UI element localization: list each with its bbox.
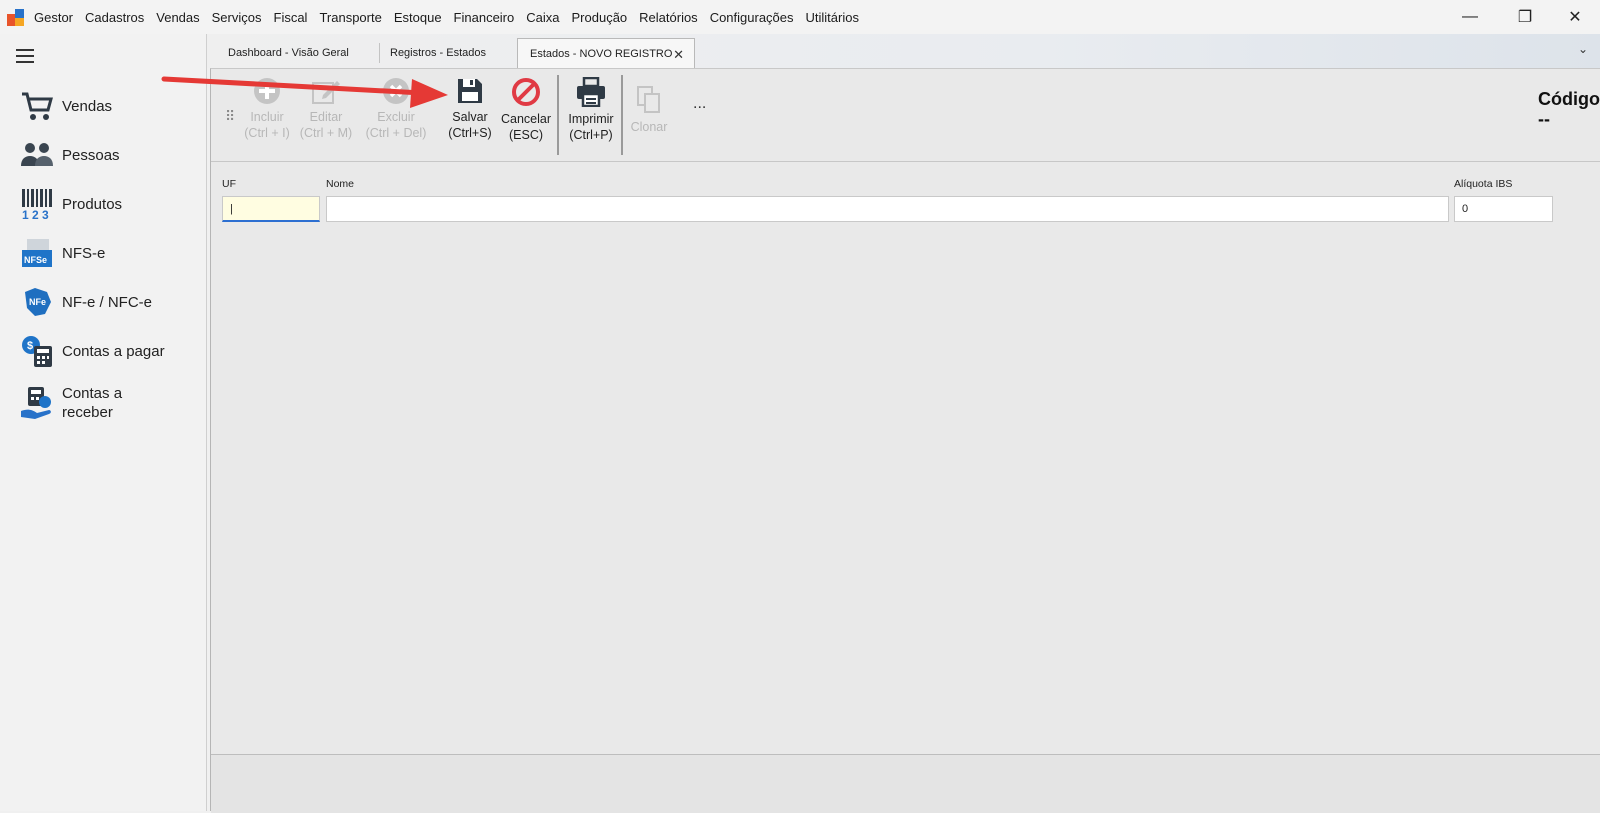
tab-estados-novo-registro[interactable]: Estados - NOVO REGISTRO ✕ (517, 38, 695, 68)
imprimir-label: Imprimir (568, 112, 614, 126)
sidebar-item-label: Contas a pagar (62, 342, 165, 360)
hamburger-menu-icon[interactable] (16, 49, 34, 63)
clone-icon (637, 86, 660, 113)
printer-icon (577, 77, 605, 107)
svg-text:1 2 3: 1 2 3 (22, 208, 49, 220)
menu-financeiro[interactable]: Financeiro (454, 10, 515, 25)
menu-fiscal[interactable]: Fiscal (274, 10, 308, 25)
clonar-button[interactable]: Clonar (627, 85, 671, 135)
status-bar (211, 754, 1600, 813)
menu-caixa[interactable]: Caixa (526, 10, 559, 25)
sidebar-item-nfse[interactable]: NFSe NFS-e (18, 236, 198, 270)
menu-configuracoes[interactable]: Configurações (710, 10, 794, 25)
menu-cadastros[interactable]: Cadastros (85, 10, 144, 25)
cancelar-button[interactable]: Cancelar (ESC) (500, 77, 552, 143)
sidebar-item-contas-pagar[interactable]: $ Contas a pagar (18, 334, 198, 368)
sidebar-item-label: NFS-e (62, 244, 106, 262)
uf-label: UF (222, 178, 236, 190)
imprimir-button[interactable]: Imprimir (Ctrl+P) (564, 77, 618, 143)
save-disk-icon (458, 79, 482, 103)
cart-icon (18, 89, 56, 123)
more-options-button[interactable]: ... (693, 95, 706, 113)
nome-input[interactable] (326, 196, 1449, 222)
calculator-receive-icon (18, 386, 56, 420)
toolbar-divider (557, 75, 559, 155)
excluir-shortcut: (Ctrl + Del) (365, 126, 427, 140)
chevron-down-icon[interactable]: ⌄ (1578, 42, 1588, 56)
menu-utilitarios[interactable]: Utilitários (806, 10, 859, 25)
sidebar-item-label: Contas a receber (62, 385, 123, 421)
sidebar-item-label: Pessoas (62, 146, 120, 164)
tab-label: Registros - Estados (390, 47, 486, 59)
restore-button[interactable]: ❐ (1502, 0, 1548, 34)
cancelar-shortcut: (ESC) (508, 128, 544, 142)
toolbar-divider (621, 75, 623, 155)
aliquota-ibs-label: Alíquota IBS (1454, 178, 1513, 190)
menu-estoque[interactable]: Estoque (394, 10, 442, 25)
svg-text:NFe: NFe (29, 297, 46, 307)
clonar-label: Clonar (630, 120, 668, 134)
app-logo-icon (7, 9, 24, 26)
cancelar-label: Cancelar (500, 112, 552, 126)
sidebar: Vendas Pessoas 1 2 3 Produtos NFSe NFS-e… (0, 34, 207, 811)
sidebar-item-produtos[interactable]: 1 2 3 Produtos (18, 187, 198, 221)
sidebar-item-label: NF-e / NFC-e (62, 293, 152, 311)
content-panel: ⠿ Incluir (Ctrl + I) Editar (Ctrl + M) E… (210, 68, 1600, 813)
nome-label: Nome (326, 178, 355, 190)
aliquota-ibs-input[interactable] (1454, 196, 1553, 222)
minimize-button[interactable]: — (1447, 0, 1493, 34)
people-icon (18, 138, 56, 172)
title-menu-bar: Gestor Cadastros Vendas Serviços Fiscal … (0, 0, 1600, 34)
codigo-value: -- (1538, 109, 1550, 129)
menu-producao[interactable]: Produção (572, 10, 628, 25)
sidebar-item-label: Vendas (62, 97, 113, 115)
incluir-shortcut: (Ctrl + I) (244, 126, 290, 140)
sidebar-item-label: Produtos (62, 195, 123, 213)
calculator-pay-icon: $ (18, 334, 56, 368)
menu-servicos[interactable]: Serviços (212, 10, 262, 25)
close-window-button[interactable]: ✕ (1552, 0, 1598, 34)
tab-label: Estados - NOVO REGISTRO (530, 47, 673, 60)
red-arrow-annotation (161, 76, 448, 108)
uf-input[interactable] (222, 196, 320, 222)
codigo-label: Código (1538, 89, 1600, 109)
menu-vendas[interactable]: Vendas (156, 10, 199, 25)
nfse-icon: NFSe (18, 236, 56, 270)
imprimir-shortcut: (Ctrl+P) (569, 128, 613, 142)
menu-relatorios[interactable]: Relatórios (639, 10, 698, 25)
sidebar-item-pessoas[interactable]: Pessoas (18, 138, 198, 172)
editar-shortcut: (Ctrl + M) (299, 126, 353, 140)
cancel-icon (512, 78, 540, 106)
main-menu: Gestor Cadastros Vendas Serviços Fiscal … (34, 0, 871, 34)
tab-close-icon[interactable]: ✕ (673, 47, 684, 63)
sidebar-item-contas-receber[interactable]: Contas a receber (18, 384, 198, 422)
svg-text:NFSe: NFSe (24, 255, 47, 265)
nfe-icon: NFe (18, 285, 56, 319)
barcode-icon: 1 2 3 (18, 187, 56, 221)
sidebar-item-nfe[interactable]: NFe NF-e / NFC-e (18, 285, 198, 319)
menu-transporte[interactable]: Transporte (319, 10, 381, 25)
salvar-shortcut: (Ctrl+S) (448, 126, 492, 140)
svg-text:$: $ (27, 340, 33, 352)
menu-gestor[interactable]: Gestor (34, 10, 73, 25)
tab-label: Dashboard - Visão Geral (228, 47, 349, 59)
